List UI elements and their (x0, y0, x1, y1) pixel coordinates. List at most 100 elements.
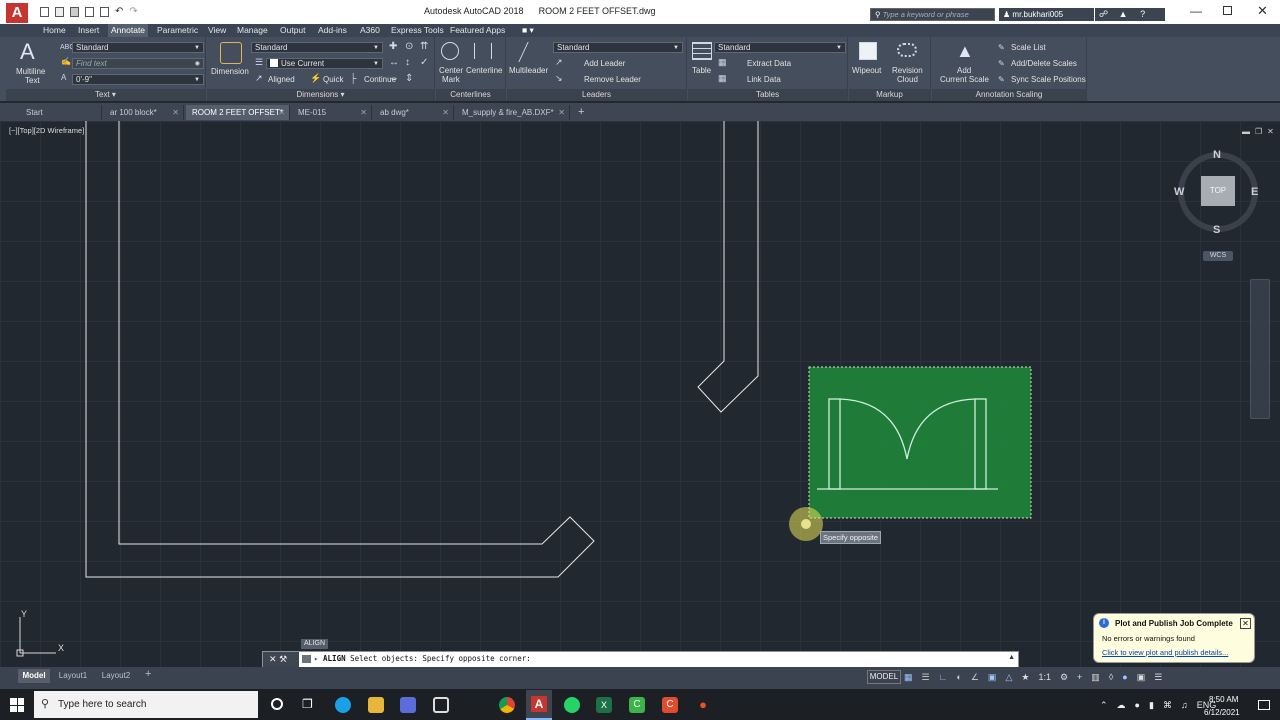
text-style-select[interactable]: Standard ▼ (72, 42, 204, 53)
leaders-panel-title[interactable]: Leaders (507, 89, 686, 101)
add-current-scale-icon[interactable]: ▲ (956, 41, 974, 62)
text-panel-title[interactable]: Text ▾ (6, 89, 205, 101)
file-tab-me-015[interactable]: ME-015 ✕ (292, 105, 372, 120)
maximize-button[interactable] (1223, 6, 1232, 15)
center-mark-label-1[interactable]: Center (439, 66, 463, 75)
quick-dim-button[interactable]: Quick (323, 75, 343, 84)
signin-area[interactable]: ♟ mr.bukhari005 (999, 8, 1094, 21)
camtasia-recorder-icon[interactable]: C (662, 697, 678, 713)
cortana-icon[interactable] (271, 698, 283, 710)
new-file-icon[interactable] (40, 7, 49, 17)
volume-icon[interactable]: ♫ (1181, 700, 1188, 712)
dim-tool-icon-1[interactable]: ✚ (389, 42, 397, 52)
autoscale-icon[interactable]: ★ (1021, 670, 1029, 684)
tab-output[interactable]: Output (280, 24, 306, 37)
tab-view[interactable]: View (208, 24, 226, 37)
drawing-canvas[interactable]: [−][Top][2D Wireframe] ▬❐✕ Specify oppos… (0, 121, 1280, 668)
cart-icon[interactable]: ☍ (1099, 9, 1108, 19)
close-tab-icon[interactable]: ✕ (172, 105, 179, 120)
center-mark-icon[interactable] (441, 42, 459, 60)
tab-home[interactable]: Home (43, 24, 66, 37)
close-tab-icon[interactable]: ✕ (442, 105, 449, 120)
dim-tool-icon-3[interactable]: ⇈ (420, 42, 428, 52)
tab-manage[interactable]: Manage (237, 24, 268, 37)
link-data-button[interactable]: Link Data (747, 75, 781, 84)
layout-tab-layout1[interactable]: Layout1 (54, 669, 92, 683)
mic-tray-icon[interactable]: ● (1135, 700, 1140, 712)
tab-addins[interactable]: Add-ins (318, 24, 347, 37)
leader-style-select[interactable]: Standard ▼ (553, 42, 683, 53)
revision-cloud-label-1[interactable]: Revision (892, 66, 923, 75)
table-label[interactable]: Table (692, 66, 711, 75)
dim-tool-icon-7[interactable]: ⇔ (389, 74, 399, 84)
osnap-icon[interactable]: ▣ (988, 670, 997, 684)
layout-tab-layout2[interactable]: Layout2 (96, 669, 136, 683)
tab-featured-apps[interactable]: Featured Apps (450, 24, 505, 37)
dim-tool-icon-4[interactable]: ↔ (389, 58, 399, 68)
wifi-icon[interactable]: ⌘ (1163, 700, 1172, 712)
command-close-icon[interactable]: ✕ (269, 654, 277, 664)
dim-tool-icon-2[interactable]: ⊙ (405, 42, 413, 52)
annotation-monitor-icon[interactable]: + (1077, 670, 1082, 684)
revision-cloud-icon[interactable] (897, 43, 917, 57)
dimensions-panel-title[interactable]: Dimensions ▾ (207, 89, 434, 101)
dimension-icon[interactable] (220, 42, 242, 64)
grid-icon[interactable]: ▦ (904, 670, 913, 684)
customize-menu-icon[interactable]: ☰ (1154, 670, 1162, 684)
command-line[interactable]: ✕ ⚒ ▸ ALIGN Select objects: Specify oppo… (262, 651, 1019, 668)
save-icon[interactable] (70, 7, 79, 17)
aligned-button[interactable]: Aligned (268, 75, 295, 84)
isolate-icon[interactable]: ◊ (1109, 670, 1113, 684)
store-icon[interactable] (400, 697, 416, 713)
add-delete-scales-button[interactable]: Add/Delete Scales (1011, 59, 1077, 68)
close-tab-icon[interactable]: ✕ (558, 105, 565, 120)
table-icon[interactable] (692, 42, 712, 60)
excel-icon[interactable]: X (596, 697, 612, 713)
tab-annotate[interactable]: Annotate (108, 24, 149, 37)
remove-leader-button[interactable]: Remove Leader (584, 75, 641, 84)
autocad-logo-icon[interactable]: A (6, 3, 28, 23)
clock-date[interactable]: 6/12/2021 (1204, 708, 1240, 717)
dim-tool-icon-6[interactable]: ✓ (420, 58, 428, 68)
tab-a360[interactable]: A360 (360, 24, 380, 37)
compass-north[interactable]: N (1213, 149, 1221, 161)
multiline-text-label-2[interactable]: Text (25, 76, 40, 85)
find-text-input[interactable]: Find text ◉ (72, 58, 204, 69)
file-tab-m-supply-fire[interactable]: M_supply & fire_AB.DXF* ✕ (456, 105, 570, 120)
new-tab-button[interactable]: + (578, 106, 584, 118)
tab-express-tools[interactable]: Express Tools (391, 24, 444, 37)
windows-start-icon[interactable] (10, 698, 24, 712)
file-tab-room-2-feet-offset[interactable]: ROOM 2 FEET OFFSET* ✕ (186, 105, 290, 120)
task-view-icon[interactable]: ❐ (302, 697, 313, 711)
action-center-icon[interactable] (1258, 700, 1270, 710)
print-icon[interactable] (100, 7, 109, 17)
clean-screen-icon[interactable]: ▣ (1137, 670, 1146, 684)
multileader-label[interactable]: Multileader (509, 66, 548, 75)
taskbar-search-box[interactable]: ⚲ Type here to search (34, 691, 258, 718)
tab-parametric[interactable]: Parametric (157, 24, 198, 37)
extract-data-button[interactable]: Extract Data (747, 59, 791, 68)
wipeout-icon[interactable] (859, 42, 877, 60)
text-height-select[interactable]: 0'-9" ▼ (72, 74, 204, 85)
search-box[interactable]: ⚲ Type a keyword or phrase (870, 8, 995, 21)
mail-icon[interactable] (433, 697, 449, 713)
notification-details-link[interactable]: Click to view plot and publish details..… (1102, 648, 1228, 657)
dim-style-select[interactable]: Standard ▼ (251, 42, 383, 53)
multileader-icon[interactable] (518, 42, 548, 62)
file-explorer-icon[interactable] (368, 697, 384, 713)
osnap-tracking-icon[interactable]: ∠ (971, 670, 979, 684)
dim-tool-icon-8[interactable]: ⇕ (405, 74, 413, 84)
wcs-menu[interactable]: WCS (1203, 251, 1233, 261)
file-tab-ar-100-block[interactable]: ar 100 block* ✕ (104, 105, 184, 120)
annotation-visibility-icon[interactable]: △ (1005, 670, 1012, 684)
dim-tool-icon-5[interactable]: ↕ (405, 58, 410, 68)
exchange-icon[interactable]: ▲ (1119, 9, 1128, 19)
chrome-icon[interactable] (499, 697, 515, 713)
navigation-bar[interactable] (1250, 279, 1270, 419)
compass-east[interactable]: E (1251, 186, 1258, 198)
dim-layer-select[interactable]: Use Current ▼ (266, 58, 383, 69)
wipeout-label[interactable]: Wipeout (852, 66, 881, 75)
command-customize-icon[interactable]: ⚒ (279, 654, 287, 664)
center-mark-label-2[interactable]: Mark (442, 75, 460, 84)
centerline-icon[interactable] (474, 43, 492, 59)
